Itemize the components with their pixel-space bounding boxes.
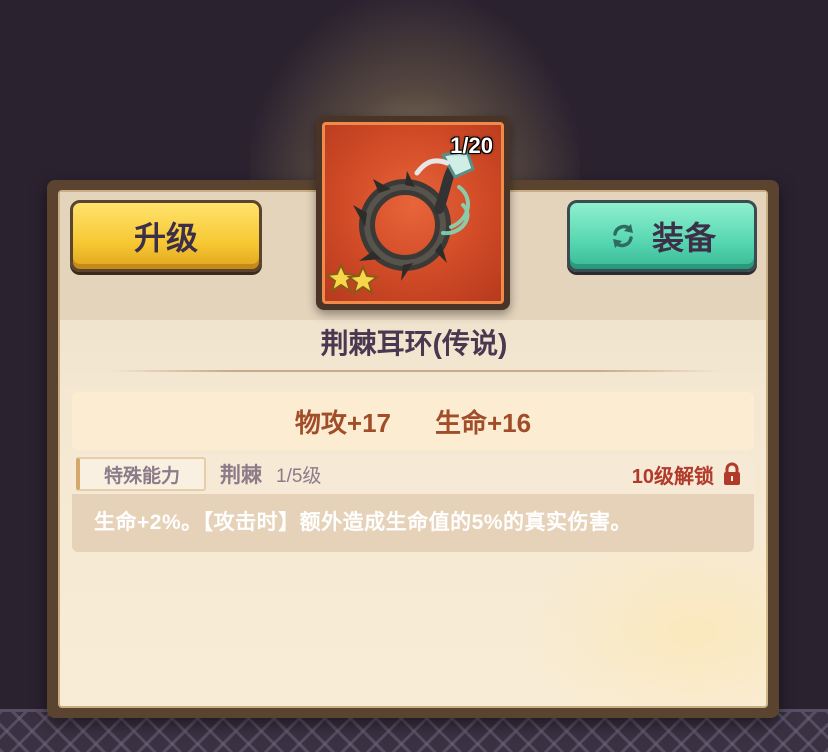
stat-hp: 生命+16	[435, 407, 532, 438]
ability-header-row: 特殊能力 荆棘 1/5级 10级解锁	[72, 454, 754, 494]
ability-unlock-requirement: 10级解锁	[632, 454, 742, 494]
star-rating-icon	[325, 262, 380, 296]
item-icon-frame[interactable]: 1/20	[316, 116, 510, 310]
item-title: 荆棘耳环(传说)	[320, 328, 508, 359]
equip-button-label: 装备	[651, 220, 716, 256]
ability-description: 生命+2%。【攻击时】额外造成生命值的5%的真实伤害。	[94, 511, 632, 534]
upgrade-button[interactable]: 升级	[70, 200, 262, 272]
equip-button[interactable]: 装备	[567, 200, 757, 272]
item-count: 1/20	[450, 133, 493, 158]
ability-name: 荆棘 1/5级	[220, 454, 321, 494]
ability-tag: 特殊能力	[76, 457, 206, 491]
item-icon-background: 1/20	[322, 122, 504, 304]
special-ability-section: 特殊能力 荆棘 1/5级 10级解锁 生命+2%。【攻击时】额外造成生命值的5%…	[72, 454, 754, 552]
refresh-icon	[608, 221, 638, 251]
unlock-text: 10级解锁	[631, 465, 714, 488]
ability-level: 1/5级	[276, 465, 322, 487]
title-divider	[108, 370, 720, 372]
stat-attack: 物攻+17	[294, 407, 391, 438]
ability-name-text: 荆棘	[220, 464, 262, 487]
upgrade-button-label: 升级	[133, 220, 198, 256]
lock-icon	[722, 462, 742, 486]
stats-bar: 物攻+17 生命+16	[72, 392, 754, 450]
